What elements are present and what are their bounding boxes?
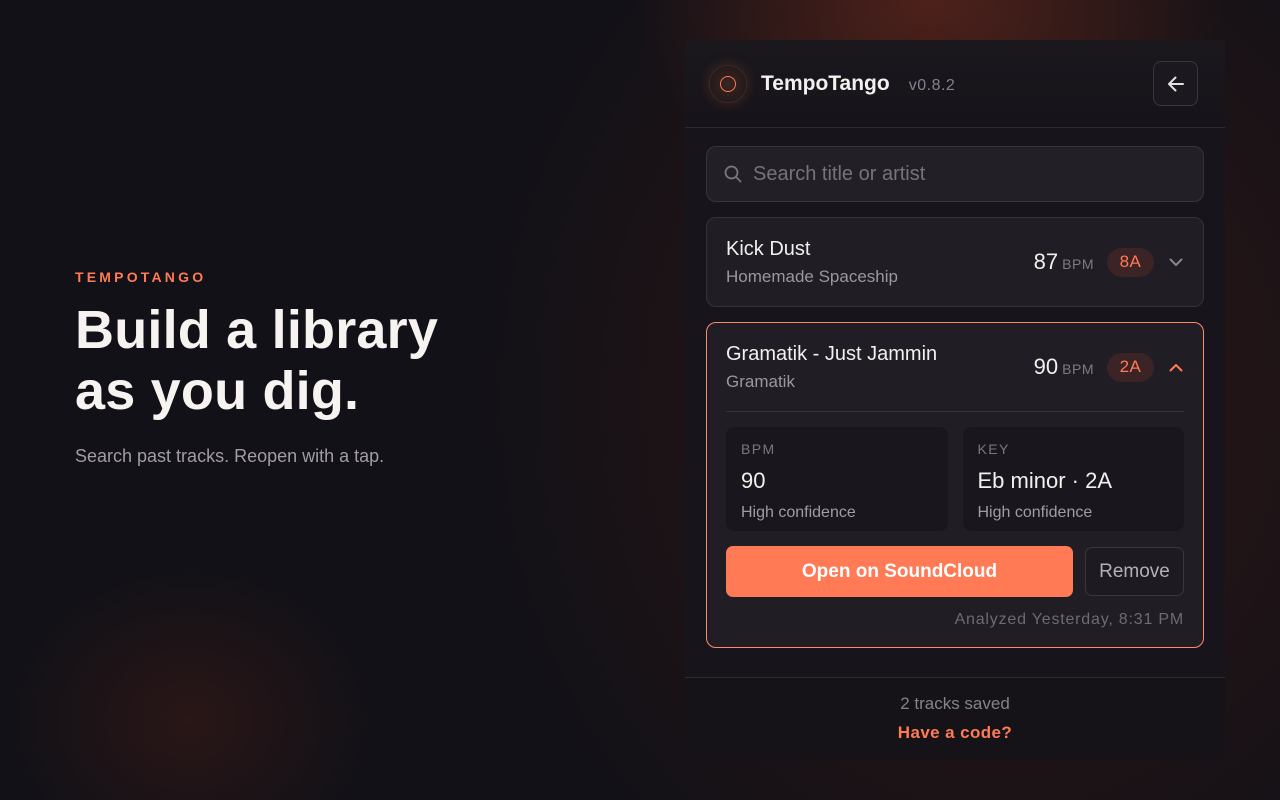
hero-headline-line-1: Build a library: [75, 300, 439, 360]
chevron-up-icon: [1169, 363, 1183, 371]
stat-value: 90: [741, 468, 766, 493]
panel-body: Kick Dust Homemade Spaceship 87BPM 8A Gr…: [685, 128, 1225, 648]
analyzed-timestamp: Analyzed Yesterday, 8:31 PM: [954, 611, 1184, 628]
chevron-down-icon: [1169, 258, 1183, 266]
track-details: BPM 90 High confidence KEY Eb minor · 2A…: [707, 411, 1203, 647]
bpm-stat-card: BPM 90 High confidence: [726, 427, 948, 531]
track-title: Gramatik - Just Jammin: [726, 342, 938, 365]
track-actions: Open on SoundCloud Remove: [726, 546, 1184, 597]
panel-header: TempoTango v0.8.2: [685, 40, 1225, 128]
stat-confidence: High confidence: [977, 504, 1093, 521]
expand-toggle[interactable]: [1168, 254, 1184, 270]
bpm-value: 90: [1033, 354, 1059, 379]
search-icon: [724, 165, 742, 183]
track-row[interactable]: Kick Dust Homemade Spaceship 87 BPM 8A: [707, 218, 1203, 306]
track-item-expanded[interactable]: Gramatik - Just Jammin Gramatik 90 BPM 2A: [706, 322, 1204, 648]
app-version: v0.8.2: [908, 76, 956, 94]
search-input[interactable]: [753, 162, 1187, 186]
track-artist: Gramatik: [726, 371, 795, 391]
track-artist: Homemade Spaceship: [726, 266, 898, 286]
track-bpm: 90 BPM: [1034, 354, 1094, 380]
circle-logo-icon: [710, 65, 746, 102]
bpm-value: 87: [1033, 249, 1059, 274]
key-stat-card: KEY Eb minor · 2A High confidence: [962, 427, 1184, 531]
track-title: Kick Dust: [726, 237, 811, 260]
search-box[interactable]: [706, 146, 1204, 202]
bpm-unit: BPM: [1062, 361, 1094, 377]
bpm-unit: BPM: [1062, 256, 1094, 272]
have-code-link[interactable]: Have a code?: [898, 723, 1012, 743]
stat-value: Eb minor · 2A: [977, 468, 1113, 493]
arrow-left-icon: [1167, 76, 1184, 91]
track-bpm: 87 BPM: [1034, 249, 1094, 275]
hero-headline-line-2: as you dig.: [75, 361, 360, 421]
back-button[interactable]: [1153, 61, 1198, 106]
stat-label: BPM: [741, 441, 776, 457]
extension-panel: TempoTango v0.8.2 Kick Dust Homemade Spa…: [685, 40, 1225, 760]
track-row[interactable]: Gramatik - Just Jammin Gramatik 90 BPM 2A: [707, 323, 1203, 411]
stat-confidence: High confidence: [741, 504, 856, 521]
track-item[interactable]: Kick Dust Homemade Spaceship 87 BPM 8A: [706, 217, 1204, 307]
divider: [726, 411, 1184, 412]
hero-subline: Search past tracks. Reopen with a tap.: [75, 446, 385, 466]
key-badge: 2A: [1107, 352, 1154, 382]
key-badge: 8A: [1107, 247, 1154, 277]
collapse-toggle[interactable]: [1168, 359, 1184, 375]
stat-label: KEY: [977, 441, 1010, 457]
panel-footer: 2 tracks saved Have a code?: [685, 677, 1225, 760]
hero-headline: Build a library as you dig.: [75, 300, 595, 422]
hero-section: TEMPOTANGO Build a library as you dig. S…: [75, 268, 595, 468]
app-name: TempoTango: [761, 71, 890, 95]
remove-button[interactable]: Remove: [1085, 547, 1184, 596]
tracks-saved-count: 2 tracks saved: [900, 694, 1010, 713]
analysis-stats: BPM 90 High confidence KEY Eb minor · 2A…: [726, 427, 1184, 531]
hero-eyebrow: TEMPOTANGO: [75, 269, 207, 285]
open-soundcloud-button[interactable]: Open on SoundCloud: [726, 546, 1073, 597]
